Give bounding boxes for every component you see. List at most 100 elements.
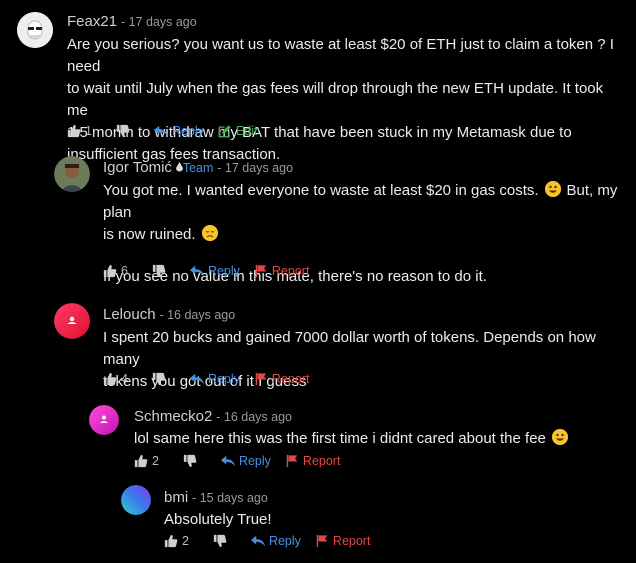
downvote-button[interactable] bbox=[152, 372, 170, 386]
avatar[interactable] bbox=[89, 405, 119, 435]
comment-actions: 2 Reply Report bbox=[134, 454, 354, 468]
comment-header: bmi - 15 days ago bbox=[164, 489, 268, 506]
reply-icon bbox=[154, 124, 168, 138]
avatar[interactable] bbox=[54, 156, 90, 192]
upvote-count: 6 bbox=[121, 264, 128, 278]
comment-line: You got me. I wanted everyone to waste a… bbox=[103, 180, 628, 224]
reply-icon bbox=[251, 534, 265, 548]
downvote-button[interactable] bbox=[152, 264, 170, 278]
comment-line: is now ruined. bbox=[103, 224, 628, 246]
report-label: Report bbox=[332, 534, 371, 548]
timestamp[interactable]: - 17 days ago bbox=[217, 161, 293, 175]
report-button[interactable]: Report bbox=[285, 454, 341, 468]
reply-button[interactable]: Reply bbox=[221, 454, 271, 468]
reply-icon bbox=[190, 264, 204, 278]
upvote-button[interactable]: 2 bbox=[134, 454, 159, 468]
edit-icon bbox=[218, 124, 232, 138]
flag-icon bbox=[254, 372, 268, 386]
edit-label: Edit bbox=[235, 124, 258, 138]
comment-line: I spent 20 bucks and gained 7000 dollar … bbox=[103, 329, 596, 368]
comment-header: Schmecko2 - 16 days ago bbox=[134, 408, 292, 425]
comment-body: Absolutely True! bbox=[164, 509, 624, 531]
disappointed-emoji-icon bbox=[201, 225, 218, 241]
comment-body: Are you serious? you want us to waste at… bbox=[67, 34, 627, 166]
flag-icon bbox=[285, 454, 299, 468]
author-name[interactable]: Schmecko2 bbox=[134, 408, 212, 425]
timestamp[interactable]: - 16 days ago bbox=[216, 410, 292, 424]
downvote-button[interactable] bbox=[116, 124, 134, 138]
report-button[interactable]: Report bbox=[254, 372, 310, 386]
reply-button[interactable]: Reply bbox=[190, 264, 240, 278]
author-name[interactable]: Feax21 bbox=[67, 13, 117, 30]
report-button[interactable]: Report bbox=[254, 264, 310, 278]
thumbs-up-icon bbox=[67, 124, 81, 138]
report-label: Report bbox=[271, 264, 310, 278]
author-name[interactable]: Lelouch bbox=[103, 306, 156, 323]
comment-actions: 2 Reply Report bbox=[164, 534, 384, 548]
thumbs-down-icon bbox=[152, 264, 166, 278]
avatar[interactable] bbox=[17, 12, 53, 48]
comment-text: is now ruined. bbox=[103, 226, 196, 243]
reply-label: Reply bbox=[171, 124, 204, 138]
downvote-button[interactable] bbox=[183, 454, 201, 468]
thumbs-down-icon bbox=[152, 372, 166, 386]
thumbs-up-icon bbox=[164, 534, 178, 548]
reply-label: Reply bbox=[207, 372, 240, 386]
author-name[interactable]: Igor Tomić bbox=[103, 159, 172, 176]
comment-text: lol same here this was the first time i … bbox=[134, 430, 546, 447]
comment-actions: 4 Reply Report bbox=[103, 372, 323, 386]
author-name[interactable]: bmi bbox=[164, 489, 188, 506]
upvote-button[interactable]: 6 bbox=[103, 264, 128, 278]
upvote-button[interactable]: 2 bbox=[164, 534, 189, 548]
reply-label: Reply bbox=[207, 264, 240, 278]
comment-actions: 1 Reply Edit bbox=[67, 124, 271, 138]
comment-line: lol same here this was the first time i … bbox=[134, 428, 629, 450]
gradient-avatar-icon bbox=[121, 485, 151, 515]
downvote-button[interactable] bbox=[213, 534, 231, 548]
upvote-count: 1 bbox=[85, 124, 92, 138]
flag-icon bbox=[315, 534, 329, 548]
reply-button[interactable]: Reply bbox=[190, 372, 240, 386]
default-avatar-icon bbox=[54, 303, 90, 339]
thumbs-down-icon bbox=[213, 534, 227, 548]
team-label: Team bbox=[182, 161, 214, 175]
thumbs-down-icon bbox=[183, 454, 197, 468]
user-photo-icon bbox=[54, 156, 90, 192]
thumbs-up-icon bbox=[103, 264, 117, 278]
timestamp[interactable]: - 16 days ago bbox=[159, 308, 235, 322]
thumbs-up-icon bbox=[103, 372, 117, 386]
reply-button[interactable]: Reply bbox=[154, 124, 204, 138]
comment-text: You got me. I wanted everyone to waste a… bbox=[103, 182, 539, 199]
upvote-count: 2 bbox=[182, 534, 189, 548]
reply-label: Reply bbox=[238, 454, 271, 468]
default-avatar-icon bbox=[89, 405, 119, 435]
reply-button[interactable]: Reply bbox=[251, 534, 301, 548]
upvote-button[interactable]: 1 bbox=[67, 124, 92, 138]
report-label: Report bbox=[302, 454, 341, 468]
team-badge: Team bbox=[175, 161, 214, 175]
avatar[interactable] bbox=[54, 303, 90, 339]
reply-icon bbox=[190, 372, 204, 386]
upvote-count: 2 bbox=[152, 454, 159, 468]
comment-line: Are you serious? you want us to waste at… bbox=[67, 36, 614, 75]
user-avatar-icon bbox=[17, 12, 53, 48]
timestamp[interactable]: - 17 days ago bbox=[121, 15, 197, 29]
comment-actions: 6 Reply Report bbox=[103, 264, 323, 278]
report-button[interactable]: Report bbox=[315, 534, 371, 548]
edit-button[interactable]: Edit bbox=[218, 124, 258, 138]
drop-icon bbox=[175, 162, 183, 172]
timestamp[interactable]: - 15 days ago bbox=[192, 491, 268, 505]
avatar[interactable] bbox=[121, 485, 151, 515]
flag-icon bbox=[254, 264, 268, 278]
comment-line: Absolutely True! bbox=[164, 511, 272, 528]
comment-header: Igor Tomić Team - 17 days ago bbox=[103, 159, 293, 176]
thumbs-up-icon bbox=[134, 454, 148, 468]
comment-header: Feax21 - 17 days ago bbox=[67, 13, 197, 30]
comment-header: Lelouch - 16 days ago bbox=[103, 306, 235, 323]
upvote-button[interactable]: 4 bbox=[103, 372, 128, 386]
grin-emoji-icon bbox=[551, 429, 568, 445]
report-label: Report bbox=[271, 372, 310, 386]
comment-body: lol same here this was the first time i … bbox=[134, 428, 629, 450]
upvote-count: 4 bbox=[121, 372, 128, 386]
thumbs-down-icon bbox=[116, 124, 130, 138]
